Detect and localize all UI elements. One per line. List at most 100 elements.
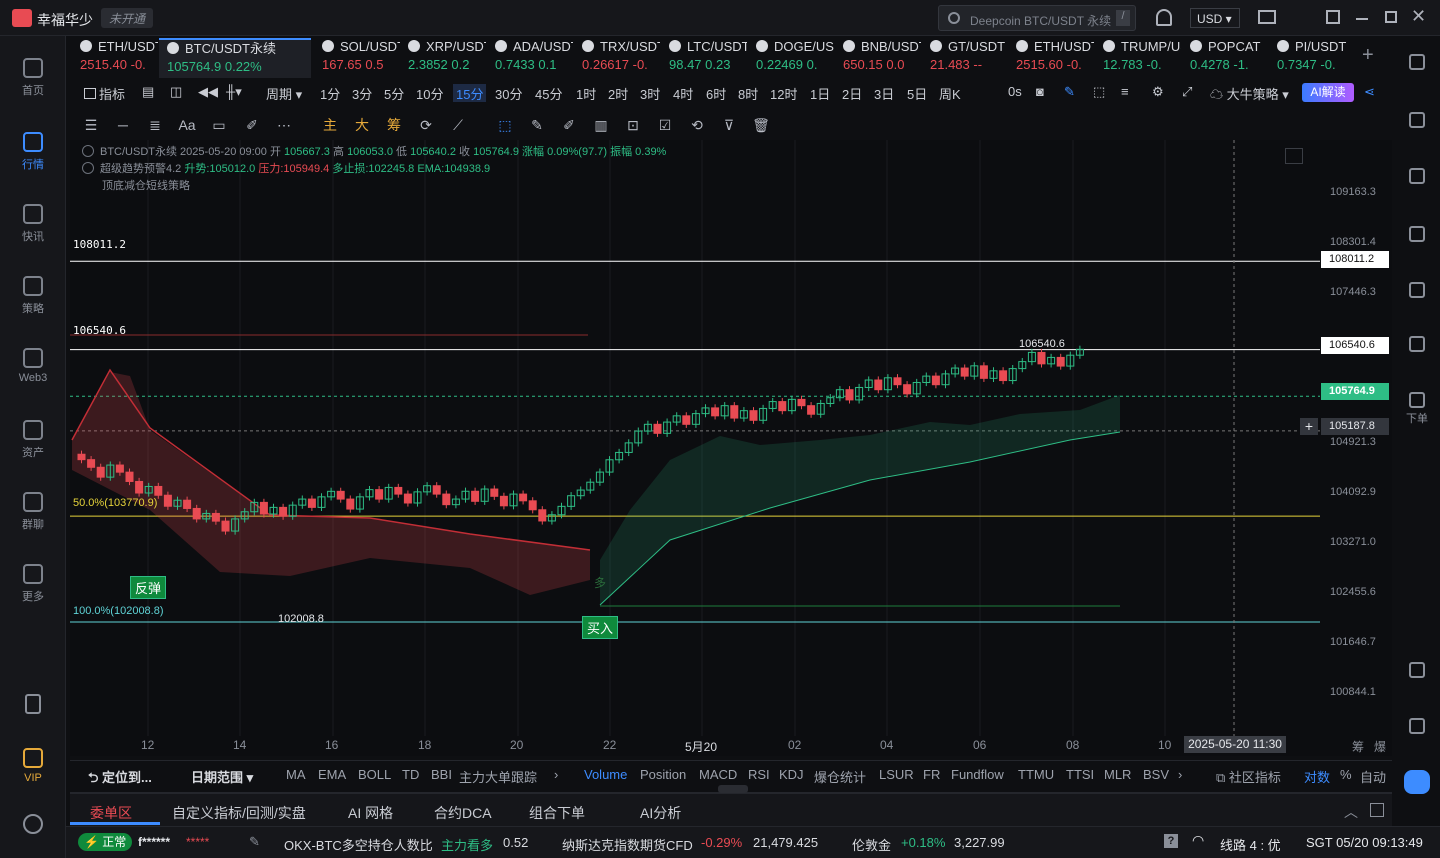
trash-icon[interactable]: 🗑︎	[752, 116, 770, 134]
lines-icon[interactable]: ☰	[82, 116, 100, 134]
chart-area[interactable]	[70, 140, 1392, 756]
log-toggle[interactable]: 对数	[1304, 767, 1330, 786]
right-tool[interactable]	[1398, 282, 1436, 300]
period-12[interactable]: 8时	[738, 84, 758, 102]
period-0[interactable]: 1分	[320, 84, 340, 102]
indicator-tab[interactable]: TTMU	[1018, 767, 1054, 782]
collapse-chart-icon[interactable]	[1285, 148, 1303, 164]
symbol-tab[interactable]: POPCAT 0.4278 -1.	[1182, 38, 1268, 78]
symbol-tab[interactable]: BNB/USDT 650.15 0.0	[835, 38, 921, 78]
legend-eye-icon[interactable]	[82, 162, 94, 174]
strategy-select[interactable]: ☁ 大牛策略 ▾	[1210, 84, 1289, 102]
indicator-tab[interactable]: Position	[640, 767, 686, 782]
period-14[interactable]: 1日	[810, 84, 830, 102]
sidebar-item-0[interactable]: 首页	[0, 58, 66, 98]
legend-eye-icon[interactable]	[82, 145, 94, 157]
fib-icon[interactable]: ⟋	[449, 116, 467, 134]
camera-icon[interactable]: ◙	[1036, 84, 1044, 102]
symbol-tab[interactable]: PI/USDT 0.7347 -0.	[1269, 38, 1355, 78]
ticker2-name[interactable]: 纳斯达克指数期货CFD	[562, 835, 693, 854]
indicator-tab[interactable]: Volume	[584, 767, 627, 782]
popout-panel-icon[interactable]	[1370, 803, 1384, 817]
period-5[interactable]: 30分	[495, 84, 522, 102]
minimize-icon[interactable]	[1356, 18, 1368, 20]
menu-icon[interactable]: ≡	[1121, 84, 1129, 102]
chevron-right-icon[interactable]: ›	[554, 767, 558, 782]
chevron-up-icon[interactable]: ︿	[1344, 802, 1358, 822]
indicator-tab[interactable]: 主力大单跟踪	[459, 767, 537, 786]
period-13[interactable]: 12时	[770, 84, 797, 102]
bell-icon[interactable]	[1156, 9, 1172, 26]
right-tool[interactable]	[1398, 226, 1436, 244]
period-7[interactable]: 1时	[576, 84, 596, 102]
rewind-icon[interactable]: ◀◀	[198, 84, 218, 102]
right-tool[interactable]	[1398, 662, 1436, 680]
indicator-tab[interactable]: 爆仓统计	[814, 767, 866, 786]
select-icon[interactable]: ⬚	[496, 116, 514, 134]
symbol-tab[interactable]: SOL/USDT 167.65 0.5	[314, 38, 400, 78]
right-tool[interactable]	[1398, 718, 1436, 736]
ruler-icon[interactable]: ▭	[210, 116, 228, 134]
symbol-tab[interactable]: ADA/USDT 0.7433 0.1	[487, 38, 573, 78]
period-8[interactable]: 2时	[608, 84, 628, 102]
add-alert-button[interactable]: +	[1300, 418, 1318, 435]
right-tool[interactable]	[1398, 112, 1436, 130]
phone-icon[interactable]	[25, 694, 41, 714]
badge-unactivated[interactable]: 未开通	[101, 8, 154, 28]
panel-tab[interactable]: AI 网格	[348, 803, 393, 823]
indicator-tab[interactable]: BBI	[431, 767, 452, 782]
panel-handle-icon[interactable]	[718, 785, 748, 793]
calendar-icon[interactable]: ▤	[142, 84, 154, 102]
indicator-tab[interactable]: TD	[402, 767, 419, 782]
period-15[interactable]: 2日	[842, 84, 862, 102]
sidebar-item-8[interactable]: VIP	[0, 748, 66, 784]
more-icon[interactable]: ⋯	[275, 116, 293, 134]
search-box[interactable]: Deepcoin BTC/USDT 永续 /	[938, 5, 1136, 31]
lock-icon[interactable]: ⊡	[624, 116, 642, 134]
period-18[interactable]: 周K	[939, 84, 961, 102]
liquidation-toggle-bottom[interactable]: 爆	[1374, 738, 1386, 755]
symbol-tab[interactable]: TRUMP/USDT 12.783 -0.	[1095, 38, 1181, 78]
chip-toggle[interactable]: 筹	[385, 116, 403, 134]
indicator-tab[interactable]: RSI	[748, 767, 770, 782]
panel-tab[interactable]: 合约DCA	[434, 803, 492, 823]
period-10[interactable]: 4时	[673, 84, 693, 102]
big-toggle[interactable]: 大	[353, 116, 371, 134]
right-tool[interactable]	[1398, 336, 1436, 354]
hline-icon[interactable]: ─	[114, 116, 132, 134]
symbol-tab[interactable]: BTC/USDT永续 105764.9 0.22%	[159, 38, 311, 78]
sidebar-item-3[interactable]: 策略	[0, 276, 66, 316]
magnet-icon[interactable]: ⟲	[688, 116, 706, 134]
fullscreen-box-icon[interactable]: ⬚	[1093, 84, 1105, 102]
eraser-icon[interactable]: ✐	[560, 116, 578, 134]
currency-select[interactable]: USD ▾	[1190, 8, 1240, 28]
maximize-icon[interactable]	[1385, 11, 1397, 23]
sidebar-item-7[interactable]: 更多	[0, 564, 66, 604]
sidebar-item-1[interactable]: 行情	[0, 132, 66, 172]
symbol-tab[interactable]: XRP/USDT 2.3852 0.2	[400, 38, 486, 78]
percent-toggle[interactable]: %	[1340, 767, 1352, 782]
indicator-tab[interactable]: KDJ	[779, 767, 804, 782]
indicator-tab[interactable]: BOLL	[358, 767, 391, 782]
sidebar-item-2[interactable]: 快讯	[0, 204, 66, 244]
text-tool-icon[interactable]: Aa	[178, 116, 196, 134]
panel-tab[interactable]: 组合下单	[529, 803, 585, 823]
popout-icon[interactable]	[1326, 10, 1340, 24]
panel-tab[interactable]: AI分析	[640, 803, 681, 823]
ticker1-name[interactable]: OKX-BTC多空持仓人数比	[284, 835, 433, 854]
assistant-bot-icon[interactable]	[1404, 770, 1430, 794]
period-11[interactable]: 6时	[706, 84, 726, 102]
symbol-tab[interactable]: ETH/USDT 2515.40 -0.	[72, 38, 158, 78]
symbol-tab[interactable]: GT/USDT 21.483 --	[922, 38, 1008, 78]
panel-tab[interactable]: 自定义指标/回测/实盘	[172, 803, 306, 823]
settings-icon[interactable]: ⚙	[1152, 84, 1164, 102]
indicator-tab[interactable]: EMA	[318, 767, 346, 782]
locate-button[interactable]: ⮌ 定位到...	[88, 767, 152, 791]
edit-icon[interactable]: ☑	[656, 116, 674, 134]
symbol-tab[interactable]: LTC/USDT 98.47 0.23	[661, 38, 747, 78]
help-icon[interactable]: ?	[1164, 834, 1178, 848]
period-9[interactable]: 3时	[640, 84, 660, 102]
period-select[interactable]: 周期 ▾	[266, 84, 302, 102]
right-tool[interactable]	[1398, 168, 1436, 186]
ticker3-name[interactable]: 伦敦金	[852, 835, 891, 854]
